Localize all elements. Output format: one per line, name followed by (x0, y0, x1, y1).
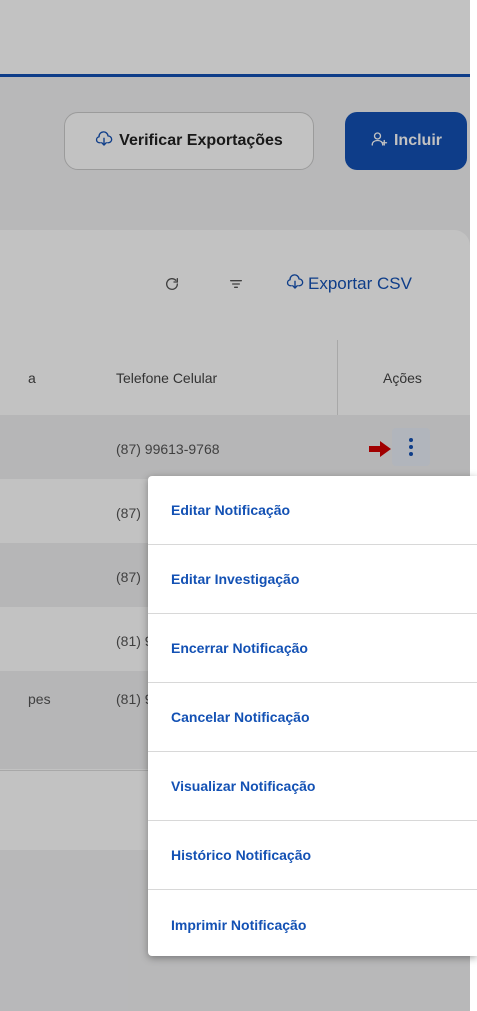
row-left-cell: pes (28, 691, 51, 707)
top-bar-accent-line (0, 74, 470, 77)
refresh-icon[interactable] (159, 271, 185, 297)
filter-icon[interactable] (223, 271, 249, 297)
menu-item-close-notification[interactable]: Encerrar Notificação (148, 614, 477, 683)
menu-item-print-notification[interactable]: Imprimir Notificação (148, 890, 477, 959)
menu-item-edit-investigation[interactable]: Editar Investigação (148, 545, 477, 614)
cloud-download-icon (95, 130, 113, 153)
column-divider (337, 340, 338, 415)
export-csv-button[interactable]: Exportar CSV (286, 270, 412, 298)
column-header-actions: Ações (383, 370, 422, 386)
menu-item-history-notification[interactable]: Histórico Notificação (148, 821, 477, 890)
verify-exports-label: Verificar Exportações (119, 132, 283, 149)
menu-item-cancel-notification[interactable]: Cancelar Notificação (148, 683, 477, 752)
menu-item-view-notification[interactable]: Visualizar Notificação (148, 752, 477, 821)
include-button[interactable]: Incluir (345, 112, 467, 170)
cloud-download-icon (286, 273, 304, 296)
row-actions-menu: Editar Notificação Editar Investigação E… (148, 476, 477, 956)
include-label: Incluir (393, 132, 442, 149)
top-bar (0, 0, 470, 74)
column-header-phone[interactable]: Telefone Celular (116, 370, 217, 386)
kebab-menu-icon[interactable] (392, 428, 430, 466)
column-header-partial: a (28, 370, 36, 386)
menu-item-edit-notification[interactable]: Editar Notificação (148, 476, 477, 545)
add-user-icon (370, 130, 388, 153)
phone-cell: (87) 99613-9768 (116, 441, 220, 457)
phone-cell: (87) (116, 505, 141, 521)
red-arrow-icon (369, 441, 391, 457)
phone-cell: (87) (116, 569, 141, 585)
export-csv-label: Exportar CSV (308, 274, 412, 293)
verify-exports-button[interactable]: Verificar Exportações (64, 112, 314, 170)
